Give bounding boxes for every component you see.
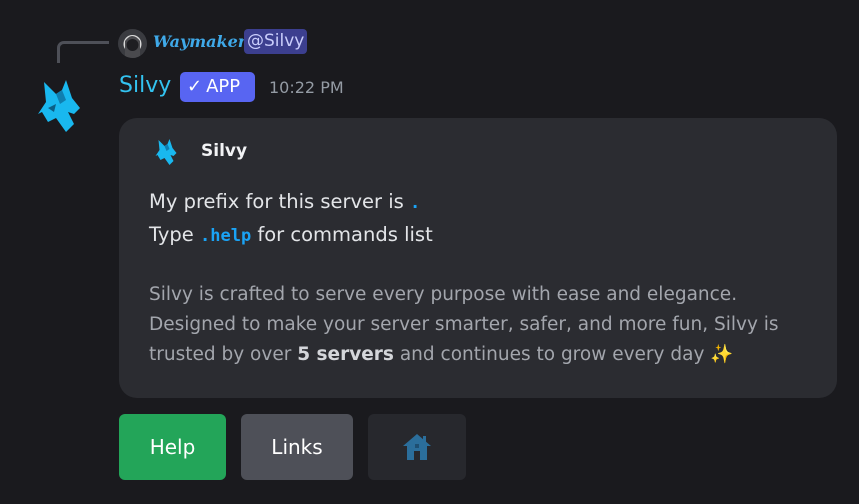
about-line-3-post: and continues to grow every day bbox=[399, 344, 705, 365]
embed-description: My prefix for this server is . Type .hel… bbox=[149, 186, 809, 252]
prefix-text: My prefix for this server is bbox=[149, 190, 404, 213]
prefix-line: My prefix for this server is . bbox=[149, 186, 809, 219]
embed-about: Silvy is crafted to serve every purpose … bbox=[149, 280, 829, 370]
verified-check-icon: ✓ bbox=[187, 76, 203, 97]
help-command: .help bbox=[200, 226, 252, 246]
bot-avatar[interactable] bbox=[34, 78, 84, 134]
bot-name[interactable]: Silvy bbox=[119, 72, 171, 100]
about-line-1: Silvy is crafted to serve every purpose … bbox=[149, 284, 738, 305]
sparkle-icon: ✨ bbox=[710, 344, 734, 365]
reply-connector-line bbox=[57, 41, 109, 63]
prefix-value: . bbox=[410, 193, 421, 213]
about-line-3: trusted by over 5 servers and continues … bbox=[149, 340, 829, 370]
wolf-logo-icon bbox=[155, 139, 177, 165]
message-timestamp: 10:22 PM bbox=[269, 78, 344, 97]
help-suffix-text: for commands list bbox=[257, 223, 433, 246]
help-button[interactable]: Help bbox=[119, 414, 226, 480]
embed-author-icon bbox=[153, 138, 179, 166]
help-line: Type .help for commands list bbox=[149, 219, 809, 252]
embed-card: Silvy My prefix for this server is . Typ… bbox=[119, 118, 837, 398]
reply-mention[interactable]: @Silvy bbox=[244, 29, 308, 54]
home-button[interactable] bbox=[368, 414, 466, 480]
user-avatar-icon bbox=[118, 29, 147, 58]
home-icon bbox=[403, 434, 431, 460]
help-type-text: Type bbox=[149, 223, 194, 246]
reply-avatar[interactable] bbox=[118, 29, 147, 58]
about-line-2: Designed to make your server smarter, sa… bbox=[149, 314, 779, 335]
reply-author-name[interactable]: Waymaker bbox=[153, 31, 246, 53]
about-line-3-pre: trusted by over bbox=[149, 344, 292, 365]
wolf-logo-icon bbox=[38, 80, 80, 132]
server-count: 5 servers bbox=[297, 344, 394, 365]
app-badge: ✓ APP bbox=[180, 72, 255, 102]
embed-author-name: Silvy bbox=[201, 141, 248, 161]
links-button[interactable]: Links bbox=[241, 414, 353, 480]
app-badge-label: APP bbox=[206, 76, 241, 97]
chat-message-view: Waymaker @Silvy Silvy ✓ APP 10:22 PM Silv… bbox=[0, 0, 859, 504]
